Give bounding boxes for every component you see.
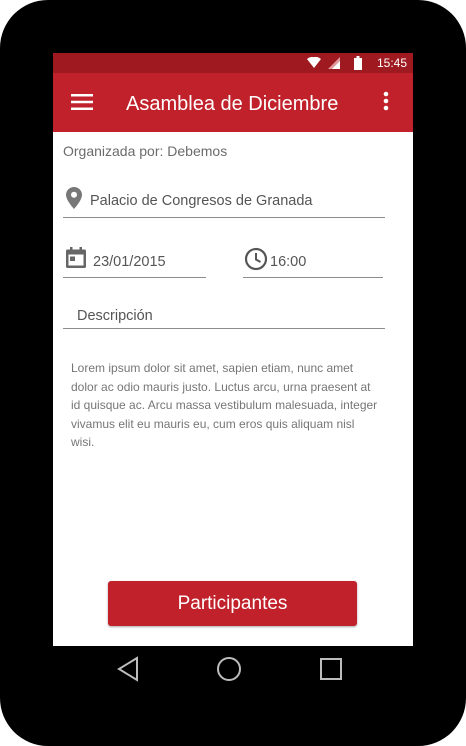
- more-vert-icon[interactable]: [383, 91, 389, 111]
- device-frame: 15:45 Asamblea de Diciembre Organizada p…: [0, 0, 466, 746]
- back-icon[interactable]: [116, 656, 140, 682]
- phone-screen: 15:45 Asamblea de Diciembre Organizada p…: [53, 53, 413, 646]
- time-value: 16:00: [270, 254, 307, 270]
- status-time: 15:45: [376, 56, 407, 70]
- description-text: Lorem ipsum dolor sit amet, sapien etiam…: [71, 361, 378, 449]
- organizer-text: Organizada por: Debemos: [63, 143, 228, 159]
- time-field[interactable]: 16:00: [243, 245, 383, 278]
- status-bar: 15:45: [53, 53, 413, 73]
- description-label: Descripción: [77, 308, 153, 324]
- date-value: 23/01/2015: [93, 254, 166, 270]
- home-icon[interactable]: [216, 656, 242, 682]
- recents-icon[interactable]: [319, 657, 343, 681]
- location-field[interactable]: Palacio de Congresos de Granada: [63, 187, 385, 218]
- app-bar-title: Asamblea de Diciembre: [126, 93, 339, 115]
- date-field[interactable]: 23/01/2015: [63, 245, 206, 278]
- participants-button[interactable]: Participantes: [108, 581, 357, 626]
- signal-icon: [328, 57, 340, 69]
- app-bar: Asamblea de Diciembre: [53, 73, 413, 132]
- description-field[interactable]: Descripción: [63, 302, 385, 329]
- clock-icon: [244, 247, 268, 271]
- location-pin-icon: [66, 187, 82, 209]
- wifi-icon: [307, 57, 321, 68]
- system-nav-bar: [53, 646, 413, 692]
- location-value: Palacio de Congresos de Granada: [90, 193, 313, 209]
- battery-icon: [354, 56, 362, 70]
- menu-icon[interactable]: [71, 93, 93, 111]
- event-detail: Organizada por: Debemos Palacio de Congr…: [53, 132, 413, 646]
- calendar-icon: [66, 247, 86, 268]
